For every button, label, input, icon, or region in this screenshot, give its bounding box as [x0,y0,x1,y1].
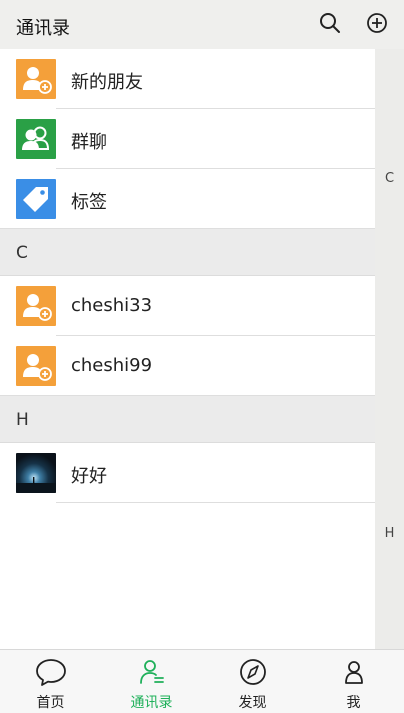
tab-label: 我 [346,695,361,711]
photo-avatar [16,453,56,493]
contact-list: 新的朋友 群聊 标签 C cheshi33 cheshi99 H 好好 [0,49,375,649]
contact-item[interactable]: cheshi33 [0,276,375,336]
section-header-c: C [0,229,375,276]
contact-name: cheshi33 [71,295,153,316]
tags-item[interactable]: 标签 [0,169,375,229]
default-avatar-icon [16,286,56,326]
page-title: 通讯录 [16,18,70,39]
section-letter: H [16,410,29,430]
group-chats-item[interactable]: 群聊 [0,109,375,169]
plus-circle-icon[interactable] [365,11,389,35]
index-letter-h[interactable]: H [375,526,404,541]
tab-label: 发现 [238,695,267,711]
group-icon [16,119,56,159]
tab-contacts[interactable]: 通讯录 [101,650,202,713]
person-icon [338,657,370,687]
contacts-icon [136,657,168,687]
default-avatar-icon [16,346,56,386]
list-item-label: 标签 [71,192,107,213]
divider [56,502,375,503]
add-friend-icon [16,59,56,99]
contacts-screen: 通讯录 新的朋友 群聊 标签 C cheshi33 cheshi99 H 好好 … [0,0,404,713]
bottom-tab-bar: 首页 通讯录 发现 我 [0,649,404,713]
tag-icon [16,179,56,219]
list-item-label: 新的朋友 [71,72,143,93]
tab-label: 首页 [36,695,65,711]
section-letter: C [16,243,28,263]
section-header-h: H [0,396,375,443]
tab-home[interactable]: 首页 [0,650,101,713]
chat-bubble-icon [35,657,67,687]
compass-icon [237,657,269,687]
tab-me[interactable]: 我 [303,650,404,713]
new-friends-item[interactable]: 新的朋友 [0,49,375,109]
contact-name: 好好 [71,466,107,487]
contact-name: cheshi99 [71,355,153,376]
list-item-label: 群聊 [71,132,107,153]
contact-item[interactable]: 好好 [0,443,375,503]
index-letter-c[interactable]: C [375,171,404,186]
search-icon[interactable] [318,11,342,35]
tab-label: 通讯录 [130,695,173,711]
tab-discover[interactable]: 发现 [202,650,303,713]
contact-item[interactable]: cheshi99 [0,336,375,396]
top-bar: 通讯录 [0,0,404,49]
alphabet-index-bar[interactable]: C H [375,49,404,649]
